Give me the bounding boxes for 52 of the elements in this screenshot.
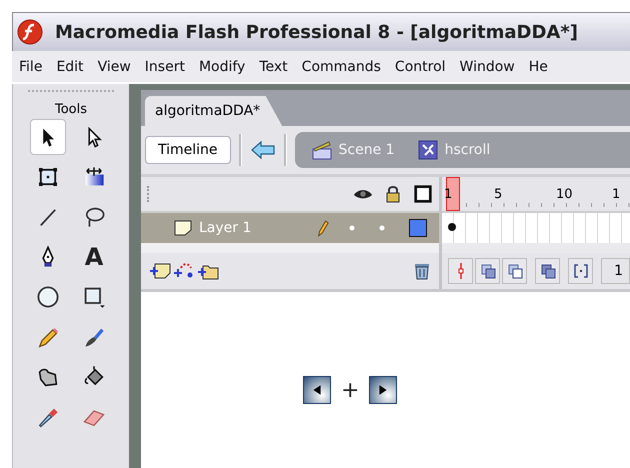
menu-item[interactable]: Text bbox=[252, 58, 295, 74]
frame-number: 1 bbox=[444, 187, 452, 202]
menu-item[interactable]: Edit bbox=[49, 58, 91, 74]
center-frame-button[interactable] bbox=[448, 258, 474, 284]
menu-item[interactable]: Control bbox=[388, 58, 453, 74]
menu-item[interactable]: Modify bbox=[192, 58, 252, 74]
trash-icon[interactable] bbox=[413, 262, 431, 280]
frame-number: 5 bbox=[494, 187, 502, 202]
menu-item[interactable]: Window bbox=[452, 58, 522, 74]
square-icon bbox=[82, 285, 106, 309]
plus-sign: + bbox=[341, 378, 360, 402]
window-title: Macromedia Flash Professional 8 - [algoritmaDDA*] bbox=[55, 22, 578, 42]
scroll-left-button[interactable] bbox=[303, 376, 331, 404]
menu-item[interactable]: He bbox=[522, 58, 555, 74]
menu-item[interactable]: Insert bbox=[138, 58, 192, 74]
frame-number: 10 bbox=[556, 187, 573, 202]
playhead[interactable] bbox=[446, 177, 460, 211]
onion-skin-button[interactable] bbox=[475, 258, 500, 284]
modify-markers-button[interactable] bbox=[568, 258, 594, 284]
scroll-right-button[interactable] bbox=[369, 376, 398, 404]
layer-outline-swatch[interactable] bbox=[409, 219, 427, 237]
tool-button[interactable]: A bbox=[76, 239, 112, 275]
back-arrow-icon[interactable] bbox=[250, 140, 276, 160]
current-frame-field: 1 bbox=[601, 258, 630, 284]
pencil-icon bbox=[36, 325, 60, 349]
page-icon bbox=[173, 219, 193, 237]
menu-item[interactable]: Commands bbox=[294, 58, 388, 74]
outline-icon[interactable] bbox=[413, 185, 433, 203]
overlapping-squares-icon bbox=[480, 263, 496, 279]
dot-icon[interactable] bbox=[349, 225, 355, 231]
timeline-button[interactable]: Timeline bbox=[145, 136, 231, 164]
layer-name: Layer 1 bbox=[199, 220, 252, 236]
add-layer-icon[interactable] bbox=[149, 262, 171, 280]
pencil-icon bbox=[317, 219, 329, 237]
circle-icon bbox=[36, 285, 60, 309]
keyframe-icon[interactable] bbox=[448, 223, 456, 231]
frame-number: 1 bbox=[612, 187, 620, 202]
edit-frames-button[interactable] bbox=[535, 258, 560, 284]
left-triangle-icon bbox=[311, 384, 323, 396]
overlapping-squares-icon bbox=[506, 263, 523, 279]
menu-item[interactable]: View bbox=[90, 58, 138, 74]
overlapping-squares-icon bbox=[540, 263, 556, 279]
tool-button[interactable] bbox=[30, 119, 66, 155]
onion-outline-button[interactable] bbox=[502, 258, 528, 284]
clapperboard-icon bbox=[310, 140, 333, 160]
add-guide-icon[interactable] bbox=[173, 262, 195, 280]
dot-icon[interactable] bbox=[379, 225, 385, 231]
flash-logo-icon bbox=[17, 19, 43, 45]
panel-title: Tools bbox=[54, 102, 88, 117]
document-tab[interactable]: algoritmaDDA* bbox=[145, 96, 282, 126]
brackets-icon bbox=[572, 263, 589, 279]
menu-item[interactable]: File bbox=[12, 58, 50, 74]
